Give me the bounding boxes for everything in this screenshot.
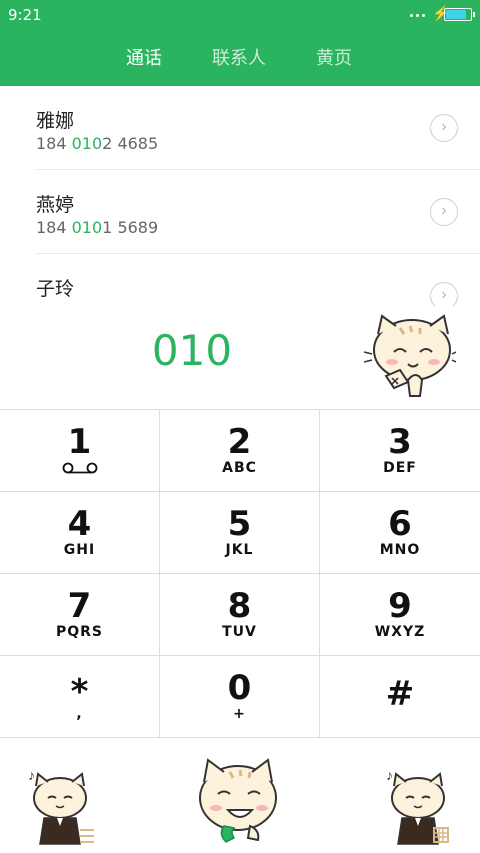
key-hash[interactable]: # — [320, 656, 480, 738]
key-0[interactable]: 0 + — [160, 656, 320, 738]
contact-row[interactable]: 燕婷 184 0101 5689 › — [0, 170, 480, 254]
dialed-number: 010 — [151, 326, 233, 375]
key-7[interactable]: 7 PQRS — [0, 574, 160, 656]
tab-calls[interactable]: 通话 — [126, 44, 162, 70]
contact-row[interactable]: 子玲 › — [0, 254, 480, 306]
contact-name: 雅娜 — [36, 110, 75, 132]
key-star[interactable]: * , — [0, 656, 160, 738]
svg-text:♪: ♪ — [28, 767, 35, 783]
key-4[interactable]: 4 GHI — [0, 492, 160, 574]
status-time: 9:21 — [8, 6, 42, 24]
key-8[interactable]: 8 TUV — [160, 574, 320, 656]
contact-number: 184 0102 4685 — [36, 134, 159, 153]
tab-yellow-pages[interactable]: 黄页 — [316, 44, 352, 70]
key-3[interactable]: 3 DEF — [320, 410, 480, 492]
call-cat-button-icon[interactable] — [196, 754, 286, 850]
contact-row[interactable]: 雅娜 184 0102 4685 › — [0, 86, 480, 170]
app-header: 9:21 ⚡ 通话 联系人 黄页 — [0, 0, 480, 86]
chevron-right-icon[interactable]: › — [430, 282, 458, 306]
contact-number: 184 0101 5689 — [36, 218, 159, 237]
keypad-cat-icon[interactable]: ♪ — [382, 766, 454, 848]
battery-level — [446, 10, 467, 19]
key-9[interactable]: 9 WXYZ — [320, 574, 480, 656]
cat-sticker-icon[interactable] — [364, 314, 456, 400]
tab-bar: 通话 联系人 黄页 — [0, 44, 480, 72]
dial-entry-area: 010 — [0, 306, 480, 409]
voicemail-icon — [62, 462, 98, 474]
menu-cat-icon[interactable]: ♪ — [24, 766, 96, 848]
chevron-right-icon[interactable]: › — [430, 114, 458, 142]
status-bar: 9:21 ⚡ — [0, 0, 480, 30]
bottom-action-bar: ♪ ♪ — [0, 740, 480, 853]
contact-name: 燕婷 — [36, 194, 75, 216]
tab-contacts[interactable]: 联系人 — [212, 44, 266, 70]
contact-suggestions: 雅娜 184 0102 4685 › 燕婷 184 0101 5689 › 子玲… — [0, 86, 480, 306]
svg-text:♪: ♪ — [386, 767, 393, 783]
key-1[interactable]: 1 — [0, 410, 160, 492]
contact-name: 子玲 — [36, 278, 75, 300]
key-5[interactable]: 5 JKL — [160, 492, 320, 574]
chevron-right-icon[interactable]: › — [430, 198, 458, 226]
battery-icon — [444, 8, 475, 21]
key-2[interactable]: 2 ABC — [160, 410, 320, 492]
dial-keypad: 1 2 ABC 3 DEF 4 GHI 5 JKL 6 MNO 7 PQRS 8… — [0, 409, 480, 740]
key-6[interactable]: 6 MNO — [320, 492, 480, 574]
signal-dots-icon — [410, 14, 428, 18]
